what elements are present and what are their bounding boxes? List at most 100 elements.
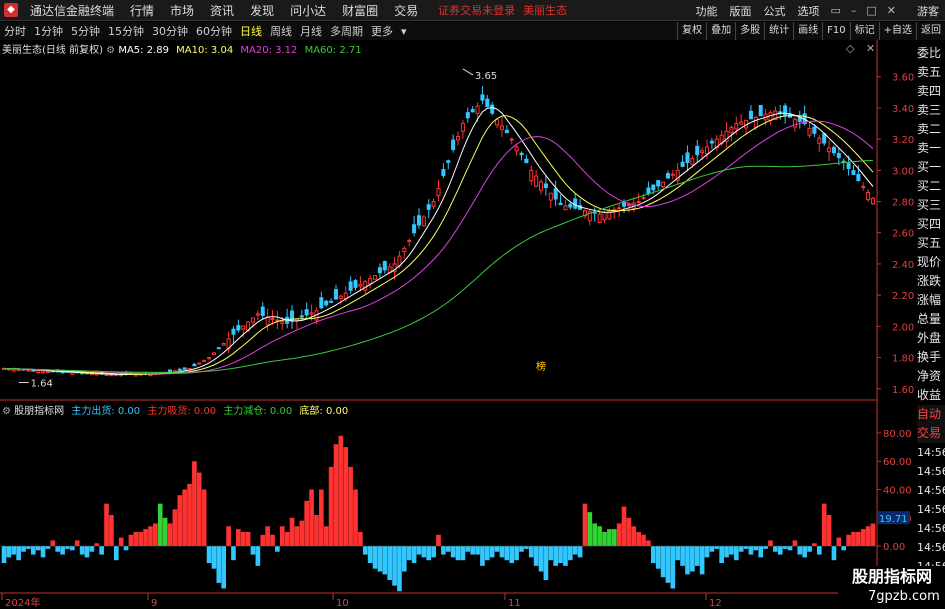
indicator-bar: [348, 466, 353, 547]
side-item[interactable]: 买三: [917, 196, 945, 215]
side-item[interactable]: 委比: [917, 44, 945, 63]
tool-adjust[interactable]: 复权: [677, 22, 706, 40]
menu-options[interactable]: 选项: [791, 3, 825, 19]
indicator-bar: [646, 540, 651, 547]
restore-icon[interactable]: –: [846, 4, 862, 17]
side-item[interactable]: 买五: [917, 234, 945, 253]
side-item[interactable]: 卖三: [917, 101, 945, 120]
guest-label[interactable]: 游客: [901, 3, 945, 19]
indicator-bar: [528, 546, 534, 558]
indicator-line-absorb: 主力吸货: 0.00: [147, 406, 217, 417]
maximize-icon[interactable]: □: [861, 4, 881, 17]
tool-add-favorite[interactable]: +自选: [878, 22, 916, 40]
side-item[interactable]: 净资: [917, 367, 945, 386]
menu-layout[interactable]: 版面: [723, 3, 757, 19]
kline-chart[interactable]: 3.60 3.40 3.20 3.00 2.80 2.60 2.40 2.20 2.00 1.80…: [0, 40, 945, 609]
indicator-bar: [284, 531, 290, 547]
period-multi[interactable]: 多周期: [326, 23, 367, 39]
indicator-bar: [192, 461, 197, 547]
period-daily[interactable]: 日线: [236, 23, 266, 39]
tool-draw[interactable]: 画线: [793, 22, 822, 40]
period-timeshare[interactable]: 分时: [0, 23, 30, 39]
more-dropdown-icon[interactable]: ▾: [397, 25, 411, 38]
side-item[interactable]: 收益: [917, 386, 945, 405]
side-item[interactable]: 涨跌: [917, 272, 945, 291]
indicator-bar: [758, 546, 764, 558]
menu-item-news[interactable]: 资讯: [202, 2, 242, 19]
indicator-bar: [851, 531, 856, 547]
indicator-bar: [162, 517, 168, 547]
period-monthly[interactable]: 月线: [296, 23, 326, 39]
side-item[interactable]: 卖四: [917, 82, 945, 101]
indicator-bar: [45, 546, 51, 549]
indicator-bar: [353, 489, 358, 547]
indicator-bar: [753, 546, 759, 551]
side-item[interactable]: 涨幅: [917, 291, 945, 310]
side-item[interactable]: 换手: [917, 348, 945, 367]
side-item[interactable]: 总量: [917, 310, 945, 329]
indicator-bar: [865, 526, 871, 547]
period-1min[interactable]: 1分钟: [30, 23, 67, 39]
menu-item-wealth[interactable]: 财富圈: [334, 2, 386, 19]
tool-stats[interactable]: 统计: [764, 22, 793, 40]
side-item[interactable]: 现价: [917, 253, 945, 272]
ma20-line: [3, 120, 874, 375]
period-5min[interactable]: 5分钟: [67, 23, 104, 39]
candle-body: [553, 188, 558, 200]
settings-diamond-icon[interactable]: ◇: [846, 42, 854, 55]
side-item[interactable]: 卖二: [917, 120, 945, 139]
candle-body: [304, 309, 309, 316]
indicator-bar: [153, 523, 158, 547]
side-item[interactable]: 自动: [917, 405, 945, 424]
side-item[interactable]: 卖五: [917, 63, 945, 82]
indicator-settings-icon[interactable]: ⚙: [2, 406, 14, 417]
side-item[interactable]: 外盘: [917, 329, 945, 348]
login-status[interactable]: 证券交易未登录: [438, 2, 515, 18]
period-more[interactable]: 更多: [367, 23, 397, 39]
tool-multi-stock[interactable]: 多股: [735, 22, 764, 40]
indicator-bar: [870, 523, 876, 547]
candle-body: [495, 119, 500, 126]
side-item[interactable]: 买二: [917, 177, 945, 196]
indicator-bar: [60, 546, 65, 555]
indicator-bar: [270, 534, 275, 547]
period-weekly[interactable]: 周线: [266, 23, 296, 39]
settings-gear-icon[interactable]: ⚙: [106, 45, 118, 56]
candle-body: [846, 162, 851, 170]
menu-item-market-list[interactable]: 市场: [162, 2, 202, 19]
indicator-bar: [846, 534, 851, 547]
period-60min[interactable]: 60分钟: [192, 23, 236, 39]
indicator-bar: [641, 534, 646, 547]
side-item[interactable]: 买一: [917, 158, 945, 177]
period-30min[interactable]: 30分钟: [148, 23, 192, 39]
menu-item-market[interactable]: 行情: [122, 2, 162, 19]
menu-function[interactable]: 功能: [689, 3, 723, 19]
indicator-bar: [402, 546, 407, 572]
tool-f10[interactable]: F10: [822, 22, 849, 40]
period-15min[interactable]: 15分钟: [104, 23, 148, 39]
close-icon[interactable]: ✕: [882, 4, 901, 17]
menu-item-ask[interactable]: 问小达: [282, 2, 334, 19]
candle-body: [348, 281, 353, 291]
candle-body: [548, 192, 553, 201]
tool-overlay[interactable]: 叠加: [706, 22, 735, 40]
candle-body: [358, 283, 363, 287]
indicator-bar: [665, 546, 671, 583]
side-item[interactable]: 卖一: [917, 139, 945, 158]
tool-mark[interactable]: 标记: [849, 22, 879, 40]
menu-item-discover[interactable]: 发现: [242, 2, 282, 19]
candle-body: [539, 181, 544, 191]
side-item[interactable]: 交易: [917, 424, 945, 443]
candle-body: [558, 202, 563, 206]
watermark-title: 股朋指标网: [852, 567, 933, 586]
indicator-bar: [6, 546, 12, 558]
candle-body: [734, 123, 739, 130]
close-chart-icon[interactable]: ✕: [866, 42, 875, 55]
minimize-icon[interactable]: ▭: [825, 4, 845, 17]
menu-formula[interactable]: 公式: [757, 3, 791, 19]
indicator-bar: [631, 526, 637, 547]
tool-back[interactable]: 返回: [916, 22, 945, 40]
candle-body: [353, 280, 358, 288]
menu-item-trade[interactable]: 交易: [386, 2, 426, 19]
side-item[interactable]: 买四: [917, 215, 945, 234]
